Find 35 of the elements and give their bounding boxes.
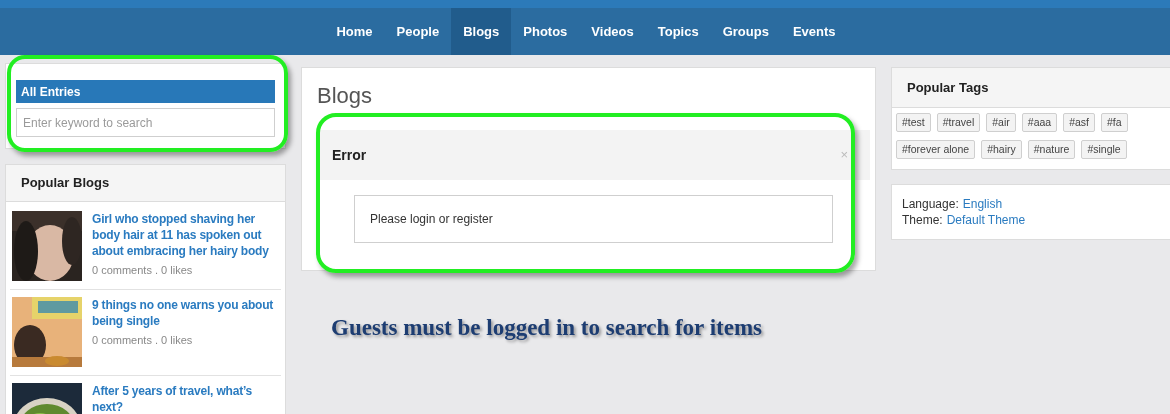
tag-chip[interactable]: #air: [986, 113, 1016, 132]
nav-tab[interactable]: Events: [780, 8, 848, 55]
tag-chip[interactable]: #nature: [1027, 140, 1076, 159]
dialog-title: Error: [332, 145, 367, 165]
setting-link[interactable]: English: [962, 196, 1003, 212]
tag-chip[interactable]: #test: [896, 113, 931, 132]
blog-stats: 0 comments . 0 likes: [92, 333, 194, 348]
nav-tab[interactable]: Photos: [511, 8, 580, 55]
search-field[interactable]: Enter keyword to search: [16, 108, 275, 137]
blog-stats: 0 comments . 0 likes: [92, 263, 194, 278]
section-title: All Entries: [16, 80, 275, 103]
card-title: Popular Tags: [907, 78, 989, 97]
card-title: Popular Blogs: [21, 174, 110, 193]
tag-chip[interactable]: #fa: [1101, 113, 1128, 132]
setting-label: Theme:: [902, 212, 943, 228]
blog-title-link[interactable]: Girl who stopped shaving her body hair at 11 has spoken out about embracing her hairy body: [92, 211, 285, 259]
error-message: Please login or register: [354, 195, 833, 243]
nav-tab[interactable]: Videos: [579, 8, 646, 55]
setting-label: Language:: [902, 196, 959, 212]
nav-tab[interactable]: Groups: [710, 8, 781, 55]
setting-link[interactable]: Default Theme: [946, 212, 1026, 228]
tag-chip[interactable]: #hairy: [981, 140, 1022, 159]
nav-tab[interactable]: Blogs: [451, 8, 512, 55]
annotation-caption: Guests must be logged in to search for items: [331, 315, 762, 340]
nav-tab[interactable]: People: [384, 8, 452, 55]
blog-title-link[interactable]: 9 things no one warns you about being single: [92, 297, 285, 329]
tag-chip[interactable]: #asf: [1063, 113, 1095, 132]
nav-tab[interactable]: Home: [324, 8, 385, 55]
nav-tab[interactable]: Topics: [645, 8, 711, 55]
tag-chip[interactable]: #single: [1081, 140, 1127, 159]
tag-chip[interactable]: #forever alone: [896, 140, 976, 159]
page-title: Blogs: [317, 82, 374, 110]
tag-chip[interactable]: #travel: [936, 113, 981, 132]
blog-title-link[interactable]: After 5 years of travel, what’s next?: [92, 383, 285, 414]
tag-chip[interactable]: #aaa: [1021, 113, 1058, 132]
